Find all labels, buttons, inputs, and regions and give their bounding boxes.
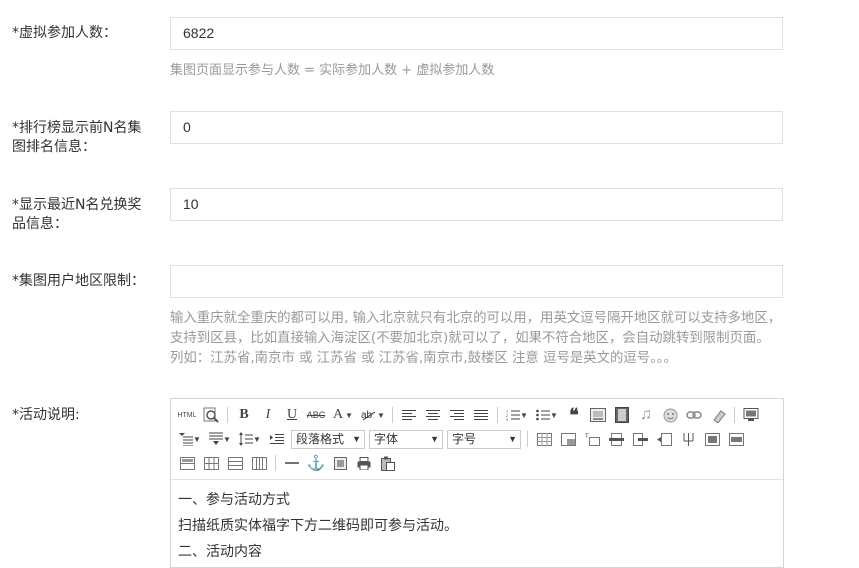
font-size-select[interactable]: 字号 ▼ xyxy=(447,429,521,449)
insert-table-icon[interactable] xyxy=(534,429,554,449)
eraser-icon[interactable] xyxy=(708,405,728,425)
preview-icon[interactable] xyxy=(201,405,221,425)
chevron-down-icon: ▼ xyxy=(508,433,517,444)
split-cells-icon[interactable] xyxy=(201,453,221,473)
print-icon[interactable] xyxy=(354,453,374,473)
chevron-down-icon: ▼ xyxy=(352,433,361,444)
chevron-down-icon: ▼ xyxy=(223,434,231,444)
svg-text:T: T xyxy=(585,434,589,440)
split-cols-icon[interactable] xyxy=(249,453,269,473)
content-line: 二、活动内容 xyxy=(178,544,262,560)
html-source-button[interactable]: HTML xyxy=(177,405,197,425)
virtual-participants-label: *虚拟参加人数： xyxy=(12,25,117,41)
strikethrough-button[interactable]: ABC xyxy=(306,405,326,425)
insert-row-icon[interactable] xyxy=(606,429,626,449)
content-line: 一、参与活动方式 xyxy=(178,492,290,508)
delete-row-icon[interactable] xyxy=(630,429,650,449)
music-icon[interactable]: ♫ xyxy=(636,405,656,425)
italic-button[interactable]: I xyxy=(258,405,278,425)
emotion-icon[interactable] xyxy=(660,405,680,425)
row-spacing-top-icon[interactable]: ▼ xyxy=(177,429,203,449)
link-icon[interactable] xyxy=(684,405,704,425)
chevron-down-icon: ▼ xyxy=(193,434,201,444)
font-family-select[interactable]: 字体 ▼ xyxy=(369,429,443,449)
description-label: *活动说明: xyxy=(12,407,80,423)
toolbar-row-1: HTML B I U ABC A ▼ ab ▼ 1 2 3 ▼ ▼ ❝ ♫ xyxy=(175,404,763,426)
line-height-icon[interactable]: ▼ xyxy=(237,429,263,449)
virtual-participants-input[interactable]: 6822 xyxy=(170,17,783,50)
region-limit-label: *集图用户地区限制： xyxy=(12,273,145,289)
content-line: 扫描纸质实体福字下方二维码即可参与活动。 xyxy=(178,518,458,534)
indent-icon[interactable] xyxy=(267,429,287,449)
toolbar-separator xyxy=(392,407,393,423)
editor-toolbar: HTML B I U ABC A ▼ ab ▼ 1 2 3 ▼ ▼ ❝ ♫ ▼ … xyxy=(171,399,783,480)
font-color-button[interactable]: A ▼ xyxy=(330,405,356,425)
svg-text:ab: ab xyxy=(361,410,373,421)
insert-caption-icon[interactable]: T xyxy=(582,429,602,449)
delete-col-icon[interactable] xyxy=(678,429,698,449)
toolbar-separator xyxy=(734,407,735,423)
toolbar-separator xyxy=(527,431,528,447)
toolbar-row-2: ▼ ▼ ▼ 段落格式 ▼ 字体 ▼ 字号 ▼ T xyxy=(175,428,748,450)
toolbar-separator xyxy=(275,455,276,471)
page-break-icon[interactable] xyxy=(330,453,350,473)
chevron-down-icon: ▼ xyxy=(430,433,439,444)
ranking-top-n-label: *排行榜显示前N名集图排名信息： xyxy=(12,120,142,155)
paste-icon[interactable] xyxy=(378,453,398,473)
underline-button[interactable]: U xyxy=(282,405,302,425)
align-right-icon[interactable] xyxy=(447,405,467,425)
image-icon[interactable] xyxy=(588,405,608,425)
insert-col-icon[interactable] xyxy=(654,429,674,449)
virtual-participants-help: 集图页面显示参与人数 = 实际参加人数 + 虚拟参加人数 xyxy=(170,63,495,78)
background-color-button[interactable]: ab ▼ xyxy=(360,405,386,425)
horizontal-rule-icon[interactable] xyxy=(282,453,302,473)
chevron-down-icon: ▼ xyxy=(377,410,385,420)
align-center-icon[interactable] xyxy=(423,405,443,425)
rich-text-editor[interactable]: HTML B I U ABC A ▼ ab ▼ 1 2 3 ▼ ▼ ❝ ♫ ▼ … xyxy=(170,398,784,568)
chevron-down-icon: ▼ xyxy=(520,410,528,420)
recent-redeem-n-label: *显示最近N名兑换奖品信息： xyxy=(12,197,142,232)
merge-down-icon[interactable] xyxy=(177,453,197,473)
align-justify-icon[interactable] xyxy=(471,405,491,425)
row-spacing-bottom-icon[interactable]: ▼ xyxy=(207,429,233,449)
fullscreen-icon[interactable] xyxy=(741,405,761,425)
chevron-down-icon: ▼ xyxy=(550,410,558,420)
chevron-down-icon: ▼ xyxy=(253,434,261,444)
bold-button[interactable]: B xyxy=(234,405,254,425)
ranking-top-n-input[interactable]: 0 xyxy=(170,111,783,144)
font-color-icon: A xyxy=(332,407,344,422)
toolbar-row-3: ⚓ xyxy=(175,452,400,474)
table-properties-icon[interactable] xyxy=(558,429,578,449)
font-family-value: 字体 xyxy=(374,431,399,446)
toolbar-separator xyxy=(497,407,498,423)
recent-redeem-n-input[interactable]: 10 xyxy=(170,188,783,221)
anchor-icon[interactable]: ⚓ xyxy=(306,453,326,473)
unordered-list-icon[interactable]: ▼ xyxy=(534,405,560,425)
merge-right-icon[interactable] xyxy=(726,429,746,449)
toolbar-separator xyxy=(227,407,228,423)
video-icon[interactable] xyxy=(612,405,632,425)
editor-content[interactable]: 一、参与活动方式 扫描纸质实体福字下方二维码即可参与活动。 二、活动内容 xyxy=(178,487,776,565)
merge-cells-icon[interactable] xyxy=(702,429,722,449)
font-size-value: 字号 xyxy=(452,431,477,446)
paragraph-format-value: 段落格式 xyxy=(296,431,345,446)
paragraph-format-select[interactable]: 段落格式 ▼ xyxy=(291,429,365,449)
chevron-down-icon: ▼ xyxy=(345,410,354,420)
region-limit-help: 输入重庆就全重庆的都可以用, 输入北京就只有北京的可以用，用英文逗号隔开地区就可… xyxy=(170,311,782,366)
blockquote-icon[interactable]: ❝ xyxy=(564,405,584,425)
region-limit-input[interactable] xyxy=(170,265,783,298)
split-rows-icon[interactable] xyxy=(225,453,245,473)
ordered-list-icon[interactable]: 1 2 3 ▼ xyxy=(504,405,530,425)
align-left-icon[interactable] xyxy=(399,405,419,425)
svg-text:3: 3 xyxy=(506,417,508,421)
